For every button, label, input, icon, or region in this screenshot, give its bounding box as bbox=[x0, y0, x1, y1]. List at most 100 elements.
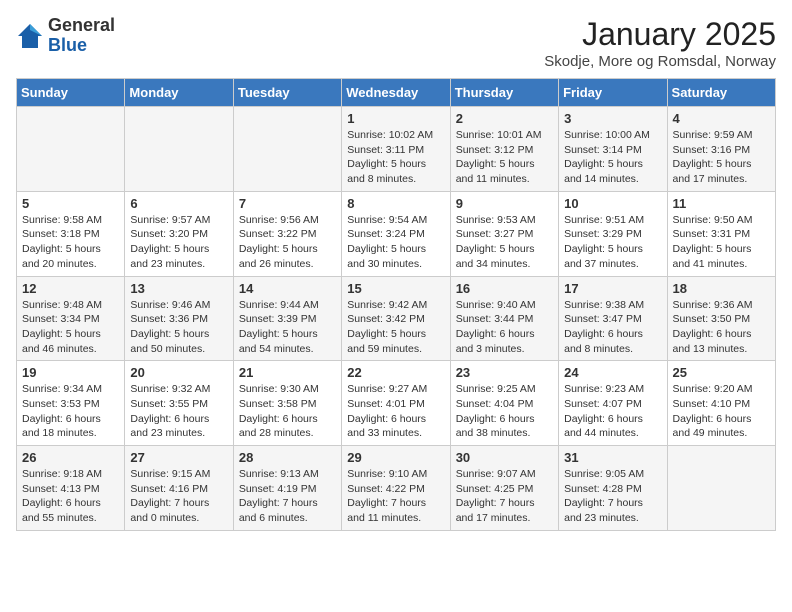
weekday-header: Thursday bbox=[450, 79, 558, 107]
calendar-cell: 9 Sunrise: 9:53 AM Sunset: 3:27 PM Daylig… bbox=[450, 191, 558, 276]
day-info: Sunrise: 9:56 AM Sunset: 3:22 PM Dayligh… bbox=[239, 213, 336, 272]
day-number: 1 bbox=[347, 111, 444, 126]
day-number: 29 bbox=[347, 450, 444, 465]
weekday-header: Monday bbox=[125, 79, 233, 107]
day-info: Sunrise: 9:53 AM Sunset: 3:27 PM Dayligh… bbox=[456, 213, 553, 272]
calendar-cell: 23Sunrise: 9:25 AM Sunset: 4:04 PM Dayli… bbox=[450, 361, 558, 446]
day-number: 10 bbox=[564, 196, 661, 211]
day-number: 13 bbox=[130, 281, 227, 296]
calendar-cell: 30Sunrise: 9:07 AM Sunset: 4:25 PM Dayli… bbox=[450, 446, 558, 531]
day-info: Sunrise: 9:32 AM Sunset: 3:55 PM Dayligh… bbox=[130, 382, 227, 441]
page-header: General Blue January 2025 Skodje, More o… bbox=[16, 16, 776, 70]
location-subtitle: Skodje, More og Romsdal, Norway bbox=[544, 53, 776, 70]
weekday-header: Saturday bbox=[667, 79, 775, 107]
day-number: 5 bbox=[22, 196, 119, 211]
day-info: Sunrise: 10:02 AM Sunset: 3:11 PM Daylig… bbox=[347, 128, 444, 187]
day-number: 15 bbox=[347, 281, 444, 296]
day-number: 24 bbox=[564, 365, 661, 380]
calendar-week-row: 1 Sunrise: 10:02 AM Sunset: 3:11 PM Dayli… bbox=[17, 107, 776, 192]
day-number: 12 bbox=[22, 281, 119, 296]
day-number: 18 bbox=[673, 281, 770, 296]
day-info: Sunrise: 9:30 AM Sunset: 3:58 PM Dayligh… bbox=[239, 382, 336, 441]
calendar-cell: 24 Sunrise: 9:23 AM Sunset: 4:07 PM Dayli… bbox=[559, 361, 667, 446]
calendar-cell: 20Sunrise: 9:32 AM Sunset: 3:55 PM Dayli… bbox=[125, 361, 233, 446]
day-number: 3 bbox=[564, 111, 661, 126]
calendar-cell: 16 Sunrise: 9:40 AM Sunset: 3:44 PM Dayli… bbox=[450, 276, 558, 361]
day-info: Sunrise: 9:51 AM Sunset: 3:29 PM Dayligh… bbox=[564, 213, 661, 272]
title-block: January 2025 Skodje, More og Romsdal, No… bbox=[544, 16, 776, 70]
calendar-week-row: 12Sunrise: 9:48 AM Sunset: 3:34 PM Dayli… bbox=[17, 276, 776, 361]
calendar-cell: 5Sunrise: 9:58 AM Sunset: 3:18 PM Daylig… bbox=[17, 191, 125, 276]
calendar-cell: 12Sunrise: 9:48 AM Sunset: 3:34 PM Dayli… bbox=[17, 276, 125, 361]
calendar-cell: 4 Sunrise: 9:59 AM Sunset: 3:16 PM Daylig… bbox=[667, 107, 775, 192]
day-info: Sunrise: 9:36 AM Sunset: 3:50 PM Dayligh… bbox=[673, 298, 770, 357]
calendar-week-row: 5Sunrise: 9:58 AM Sunset: 3:18 PM Daylig… bbox=[17, 191, 776, 276]
calendar-cell: 28Sunrise: 9:13 AM Sunset: 4:19 PM Dayli… bbox=[233, 446, 341, 531]
calendar-cell: 31 Sunrise: 9:05 AM Sunset: 4:28 PM Dayli… bbox=[559, 446, 667, 531]
day-info: Sunrise: 9:34 AM Sunset: 3:53 PM Dayligh… bbox=[22, 382, 119, 441]
weekday-header: Friday bbox=[559, 79, 667, 107]
day-number: 22 bbox=[347, 365, 444, 380]
day-number: 6 bbox=[130, 196, 227, 211]
day-info: Sunrise: 10:00 AM Sunset: 3:14 PM Daylig… bbox=[564, 128, 661, 187]
day-info: Sunrise: 9:57 AM Sunset: 3:20 PM Dayligh… bbox=[130, 213, 227, 272]
calendar-cell: 6 Sunrise: 9:57 AM Sunset: 3:20 PM Daylig… bbox=[125, 191, 233, 276]
day-info: Sunrise: 9:42 AM Sunset: 3:42 PM Dayligh… bbox=[347, 298, 444, 357]
calendar-cell: 1 Sunrise: 10:02 AM Sunset: 3:11 PM Dayli… bbox=[342, 107, 450, 192]
day-number: 21 bbox=[239, 365, 336, 380]
calendar-cell: 13Sunrise: 9:46 AM Sunset: 3:36 PM Dayli… bbox=[125, 276, 233, 361]
day-info: Sunrise: 9:38 AM Sunset: 3:47 PM Dayligh… bbox=[564, 298, 661, 357]
calendar-cell: 19 Sunrise: 9:34 AM Sunset: 3:53 PM Dayli… bbox=[17, 361, 125, 446]
day-info: Sunrise: 9:27 AM Sunset: 4:01 PM Dayligh… bbox=[347, 382, 444, 441]
day-info: Sunrise: 9:18 AM Sunset: 4:13 PM Dayligh… bbox=[22, 467, 119, 526]
day-info: Sunrise: 9:50 AM Sunset: 3:31 PM Dayligh… bbox=[673, 213, 770, 272]
calendar-cell: 25Sunrise: 9:20 AM Sunset: 4:10 PM Dayli… bbox=[667, 361, 775, 446]
calendar-cell: 21 Sunrise: 9:30 AM Sunset: 3:58 PM Dayli… bbox=[233, 361, 341, 446]
calendar-cell: 29 Sunrise: 9:10 AM Sunset: 4:22 PM Dayli… bbox=[342, 446, 450, 531]
weekday-header: Sunday bbox=[17, 79, 125, 107]
calendar-cell: 2Sunrise: 10:01 AM Sunset: 3:12 PM Dayli… bbox=[450, 107, 558, 192]
day-info: Sunrise: 9:44 AM Sunset: 3:39 PM Dayligh… bbox=[239, 298, 336, 357]
day-number: 27 bbox=[130, 450, 227, 465]
day-info: Sunrise: 9:10 AM Sunset: 4:22 PM Dayligh… bbox=[347, 467, 444, 526]
calendar-cell: 18 Sunrise: 9:36 AM Sunset: 3:50 PM Dayli… bbox=[667, 276, 775, 361]
calendar-cell bbox=[125, 107, 233, 192]
logo-icon bbox=[16, 22, 44, 50]
day-number: 25 bbox=[673, 365, 770, 380]
month-title: January 2025 bbox=[544, 16, 776, 53]
day-info: Sunrise: 9:25 AM Sunset: 4:04 PM Dayligh… bbox=[456, 382, 553, 441]
calendar-week-row: 19 Sunrise: 9:34 AM Sunset: 3:53 PM Dayli… bbox=[17, 361, 776, 446]
calendar-cell: 15 Sunrise: 9:42 AM Sunset: 3:42 PM Dayli… bbox=[342, 276, 450, 361]
calendar-cell bbox=[17, 107, 125, 192]
day-info: Sunrise: 9:40 AM Sunset: 3:44 PM Dayligh… bbox=[456, 298, 553, 357]
calendar-cell bbox=[233, 107, 341, 192]
calendar-table: SundayMondayTuesdayWednesdayThursdayFrid… bbox=[16, 78, 776, 531]
day-number: 26 bbox=[22, 450, 119, 465]
day-info: Sunrise: 9:59 AM Sunset: 3:16 PM Dayligh… bbox=[673, 128, 770, 187]
day-info: Sunrise: 9:23 AM Sunset: 4:07 PM Dayligh… bbox=[564, 382, 661, 441]
day-info: Sunrise: 9:15 AM Sunset: 4:16 PM Dayligh… bbox=[130, 467, 227, 526]
day-number: 30 bbox=[456, 450, 553, 465]
calendar-cell: 8Sunrise: 9:54 AM Sunset: 3:24 PM Daylig… bbox=[342, 191, 450, 276]
weekday-header: Tuesday bbox=[233, 79, 341, 107]
calendar-cell: 3 Sunrise: 10:00 AM Sunset: 3:14 PM Dayli… bbox=[559, 107, 667, 192]
day-number: 28 bbox=[239, 450, 336, 465]
day-info: Sunrise: 9:05 AM Sunset: 4:28 PM Dayligh… bbox=[564, 467, 661, 526]
day-info: Sunrise: 9:54 AM Sunset: 3:24 PM Dayligh… bbox=[347, 213, 444, 272]
calendar-cell: 10 Sunrise: 9:51 AM Sunset: 3:29 PM Dayli… bbox=[559, 191, 667, 276]
day-number: 17 bbox=[564, 281, 661, 296]
calendar-cell bbox=[667, 446, 775, 531]
logo-text: General Blue bbox=[48, 16, 115, 56]
day-number: 9 bbox=[456, 196, 553, 211]
calendar-cell: 27 Sunrise: 9:15 AM Sunset: 4:16 PM Dayli… bbox=[125, 446, 233, 531]
day-number: 31 bbox=[564, 450, 661, 465]
calendar-cell: 17 Sunrise: 9:38 AM Sunset: 3:47 PM Dayli… bbox=[559, 276, 667, 361]
calendar-cell: 7 Sunrise: 9:56 AM Sunset: 3:22 PM Daylig… bbox=[233, 191, 341, 276]
day-number: 7 bbox=[239, 196, 336, 211]
calendar-week-row: 26 Sunrise: 9:18 AM Sunset: 4:13 PM Dayli… bbox=[17, 446, 776, 531]
day-number: 16 bbox=[456, 281, 553, 296]
logo: General Blue bbox=[16, 16, 115, 56]
day-number: 19 bbox=[22, 365, 119, 380]
day-number: 4 bbox=[673, 111, 770, 126]
calendar-cell: 14Sunrise: 9:44 AM Sunset: 3:39 PM Dayli… bbox=[233, 276, 341, 361]
